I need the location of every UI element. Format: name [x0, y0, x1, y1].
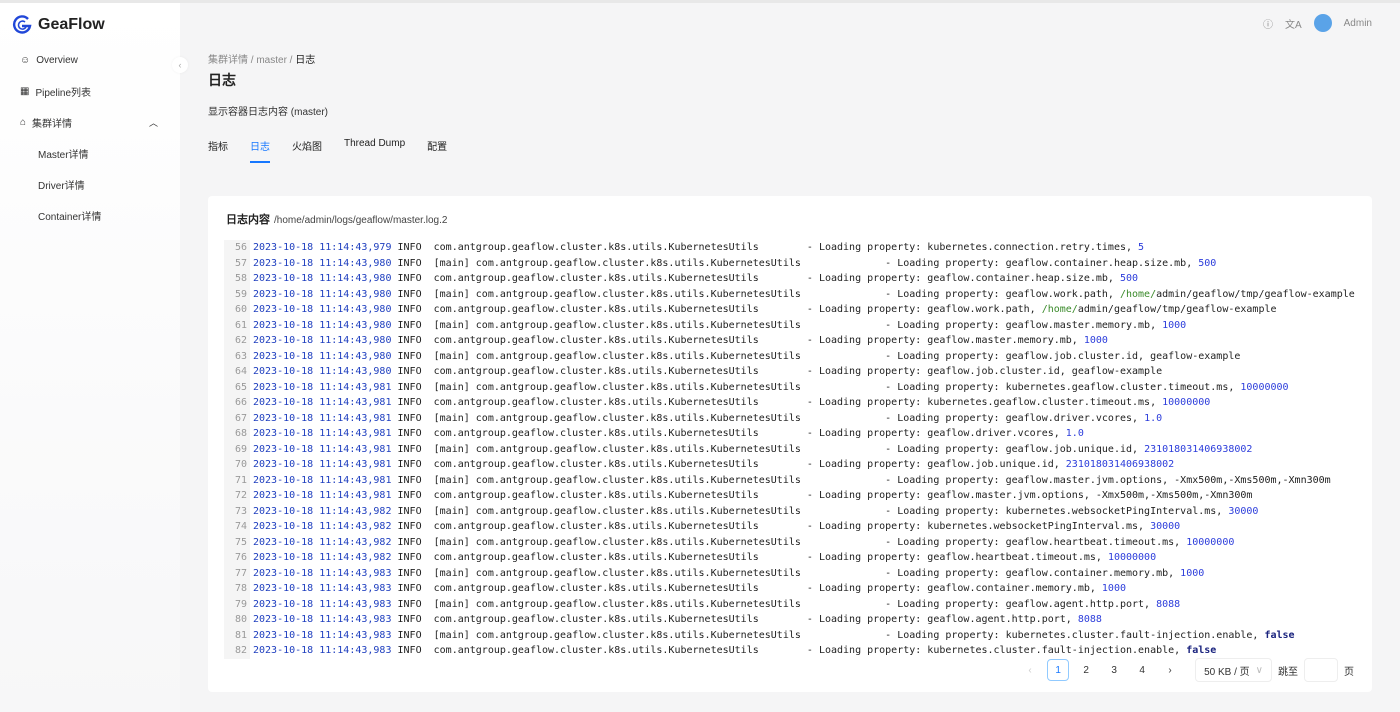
breadcrumb: 集群详情 / master / 日志: [208, 55, 316, 66]
page-size-select[interactable]: 50 KB / 页 ∨: [1195, 658, 1272, 682]
smile-icon: ☺: [20, 55, 31, 66]
collapse-sidebar-button[interactable]: ‹: [172, 57, 188, 73]
log-line: 78 2023-10-18 11:14:43,983 INFO com.antgr…: [224, 581, 1355, 597]
log-title: 日志内容: [226, 214, 270, 226]
log-line: 70 2023-10-18 11:14:43,981 INFO com.antgr…: [224, 457, 1355, 473]
page-1[interactable]: 1: [1047, 659, 1070, 681]
chevron-down-icon: ∨: [1255, 664, 1263, 676]
help-icon[interactable]: ⓘ: [1263, 16, 1273, 31]
log-line: 68 2023-10-18 11:14:43,981 INFO com.antgr…: [224, 426, 1355, 442]
pagination: ‹ 1 2 3 4 › 50 KB / 页 ∨ 跳至 页: [1019, 658, 1354, 682]
log-line: 72 2023-10-18 11:14:43,981 INFO com.antgr…: [224, 488, 1355, 504]
sidebar-item-label: Pipeline列表: [35, 88, 92, 99]
sidebar-item-cluster[interactable]: ⌂ 集群详情 ︿: [0, 107, 180, 138]
sidebar-item-overview[interactable]: ☺ Overview: [0, 45, 180, 76]
translate-icon[interactable]: 文A: [1285, 16, 1302, 31]
page-4[interactable]: 4: [1131, 659, 1153, 681]
log-header: 日志内容/home/admin/logs/geaflow/master.log.…: [226, 211, 447, 227]
log-line: 56 2023-10-18 11:14:43,979 INFO com.antgr…: [224, 240, 1355, 256]
page-size-value: 50 KB / 页: [1204, 666, 1250, 678]
topbar: ⓘ 文A Admin: [1263, 3, 1400, 43]
tabs: 指标 日志 火焰图 Thread Dump 配置: [208, 138, 447, 163]
log-line: 79 2023-10-18 11:14:43,983 INFO [main] co…: [224, 596, 1355, 612]
log-line: 66 2023-10-18 11:14:43,981 INFO com.antgr…: [224, 395, 1355, 411]
log-line: 59 2023-10-18 11:14:43,980 INFO [main] co…: [224, 286, 1355, 302]
page-2[interactable]: 2: [1075, 659, 1097, 681]
tab-metrics[interactable]: 指标: [208, 138, 228, 163]
log-line: 58 2023-10-18 11:14:43,980 INFO com.antgr…: [224, 271, 1355, 287]
log-line: 67 2023-10-18 11:14:43,981 INFO [main] co…: [224, 410, 1355, 426]
tab-thread-dump[interactable]: Thread Dump: [344, 138, 405, 163]
sidebar-item-driver[interactable]: Driver详情: [0, 169, 180, 200]
logo[interactable]: GeaFlow: [12, 15, 105, 35]
log-line: 69 2023-10-18 11:14:43,981 INFO [main] co…: [224, 441, 1355, 457]
app-name: GeaFlow: [38, 16, 105, 33]
jump-label: 跳至: [1278, 666, 1298, 678]
tab-config[interactable]: 配置: [427, 138, 447, 163]
sidebar-item-pipeline[interactable]: ▦ Pipeline列表: [0, 76, 180, 107]
log-line: 77 2023-10-18 11:14:43,983 INFO [main] co…: [224, 565, 1355, 581]
chevron-up-icon: ︿: [148, 118, 158, 128]
jump-page-input[interactable]: [1304, 658, 1338, 682]
geaflow-logo-icon: [13, 15, 32, 34]
log-line: 62 2023-10-18 11:14:43,980 INFO com.antgr…: [224, 333, 1355, 349]
page-suffix: 页: [1344, 666, 1354, 678]
page-title: 日志: [208, 72, 236, 88]
log-line: 63 2023-10-18 11:14:43,980 INFO [main] co…: [224, 348, 1355, 364]
tab-flame-graph[interactable]: 火焰图: [292, 138, 322, 163]
log-line: 74 2023-10-18 11:14:43,982 INFO com.antgr…: [224, 519, 1355, 535]
prev-page-button[interactable]: ‹: [1019, 659, 1041, 681]
sidebar-item-label: Overview: [36, 55, 78, 66]
avatar[interactable]: [1313, 14, 1332, 32]
sidebar-item-label: 集群详情: [32, 119, 73, 130]
tab-logs[interactable]: 日志: [250, 138, 270, 163]
breadcrumb-current: 日志: [295, 55, 316, 66]
user-name[interactable]: Admin: [1344, 18, 1372, 29]
breadcrumb-cluster[interactable]: 集群详情: [208, 55, 248, 66]
sidebar-nav: ☺ Overview ▦ Pipeline列表 ⌂ 集群详情 ︿ Master详情 Dr…: [0, 45, 180, 231]
log-line: 80 2023-10-18 11:14:43,983 INFO com.antgr…: [224, 612, 1355, 628]
sidebar: GeaFlow ☺ Overview ▦ Pipeline列表 ⌂ 集群详情 ︿ Mas…: [0, 3, 180, 712]
next-page-button[interactable]: ›: [1159, 659, 1181, 681]
page-3[interactable]: 3: [1103, 659, 1125, 681]
log-line: 81 2023-10-18 11:14:43,983 INFO [main] co…: [224, 627, 1355, 643]
log-line: 60 2023-10-18 11:14:43,980 INFO com.antgr…: [224, 302, 1355, 318]
breadcrumb-master[interactable]: master: [256, 55, 287, 66]
log-line: 75 2023-10-18 11:14:43,982 INFO [main] co…: [224, 534, 1355, 550]
log-line: 61 2023-10-18 11:14:43,980 INFO [main] co…: [224, 317, 1355, 333]
table-icon: ▦: [20, 86, 30, 97]
log-card: 日志内容/home/admin/logs/geaflow/master.log.…: [208, 196, 1372, 692]
log-path: /home/admin/logs/geaflow/master.log.2: [274, 215, 448, 226]
page-description: 显示容器日志内容 (master): [208, 107, 328, 118]
sidebar-item-container[interactable]: Container详情: [0, 200, 180, 231]
cluster-icon: ⌂: [20, 117, 27, 128]
log-line: 65 2023-10-18 11:14:43,981 INFO [main] co…: [224, 379, 1355, 395]
log-line: 71 2023-10-18 11:14:43,981 INFO [main] co…: [224, 472, 1355, 488]
log-line: 64 2023-10-18 11:14:43,980 INFO com.antgr…: [224, 364, 1355, 380]
log-line: 76 2023-10-18 11:14:43,982 INFO com.antgr…: [224, 550, 1355, 566]
log-content[interactable]: 56 2023-10-18 11:14:43,979 INFO com.antgr…: [224, 240, 1355, 659]
log-line: 57 2023-10-18 11:14:43,980 INFO [main] co…: [224, 255, 1355, 271]
sidebar-item-master[interactable]: Master详情: [0, 138, 180, 169]
log-line: 73 2023-10-18 11:14:43,982 INFO [main] co…: [224, 503, 1355, 519]
log-line: 82 2023-10-18 11:14:43,983 INFO com.antgr…: [224, 643, 1355, 659]
